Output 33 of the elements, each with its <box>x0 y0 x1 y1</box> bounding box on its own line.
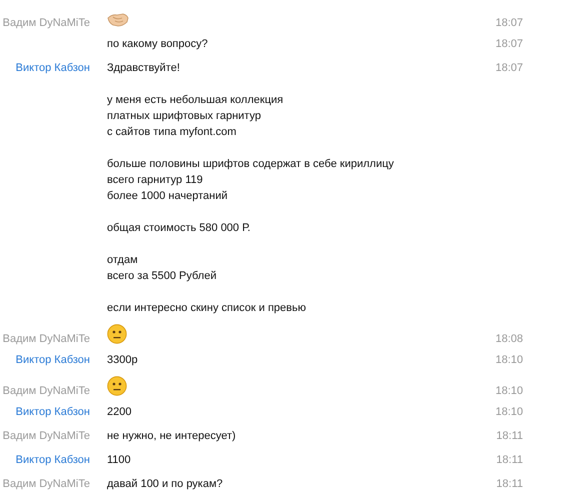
sender-name: Вадим DyNaMiTe <box>2 332 90 347</box>
message-time: 18:07 <box>495 61 523 76</box>
sender-name: Виктор Кабзон <box>16 453 90 468</box>
neutral-face-icon <box>107 376 127 396</box>
sender-name: Вадим DyNaMiTe <box>2 477 90 492</box>
message-text: если интересно скину список и превью <box>107 301 307 316</box>
sender-name: Виктор Кабзон <box>16 61 90 76</box>
sender-name: Вадим DyNaMiTe <box>2 384 90 399</box>
message-text: 3300р <box>107 353 139 368</box>
message-time: 18:07 <box>495 37 523 52</box>
sender-name: Виктор Кабзон <box>16 353 90 368</box>
neutral-face-icon <box>107 324 127 344</box>
message-time: 18:11 <box>496 453 523 468</box>
message-text: общая стоимость 580 000 Р. <box>107 221 252 236</box>
sender-name: Виктор Кабзон <box>16 405 90 420</box>
message-time: 18:10 <box>495 405 523 420</box>
message-time: 18:11 <box>496 429 523 444</box>
message-text: отдам всего за 5500 Рублей <box>107 253 218 284</box>
message-time: 18:10 <box>495 384 523 399</box>
message-time: 18:10 <box>495 353 523 368</box>
message-time: 18:08 <box>495 332 523 347</box>
message-text: Здравствуйте! <box>107 61 181 76</box>
message-time: 18:07 <box>495 16 523 31</box>
message-text: давай 100 и по рукам? <box>107 477 224 492</box>
message-text: 1100 <box>107 453 132 468</box>
message-text: у меня есть небольшая коллекция платных шрифтовых гарнитур с сайтов типа myfont.com <box>107 93 284 140</box>
message-text: 2200 <box>107 405 132 420</box>
message-time: 18:11 <box>496 477 523 492</box>
sender-name: Вадим DyNaMiTe <box>2 429 90 444</box>
message-text: по какому вопросу? <box>107 37 209 52</box>
message-text: не нужно, не интересует) <box>107 429 237 444</box>
sender-name: Вадим DyNaMiTe <box>2 16 90 31</box>
message-text: больше половины шрифтов содержат в себе кириллицу всего гарнитур 119 более 1000 начертаний <box>107 157 395 204</box>
